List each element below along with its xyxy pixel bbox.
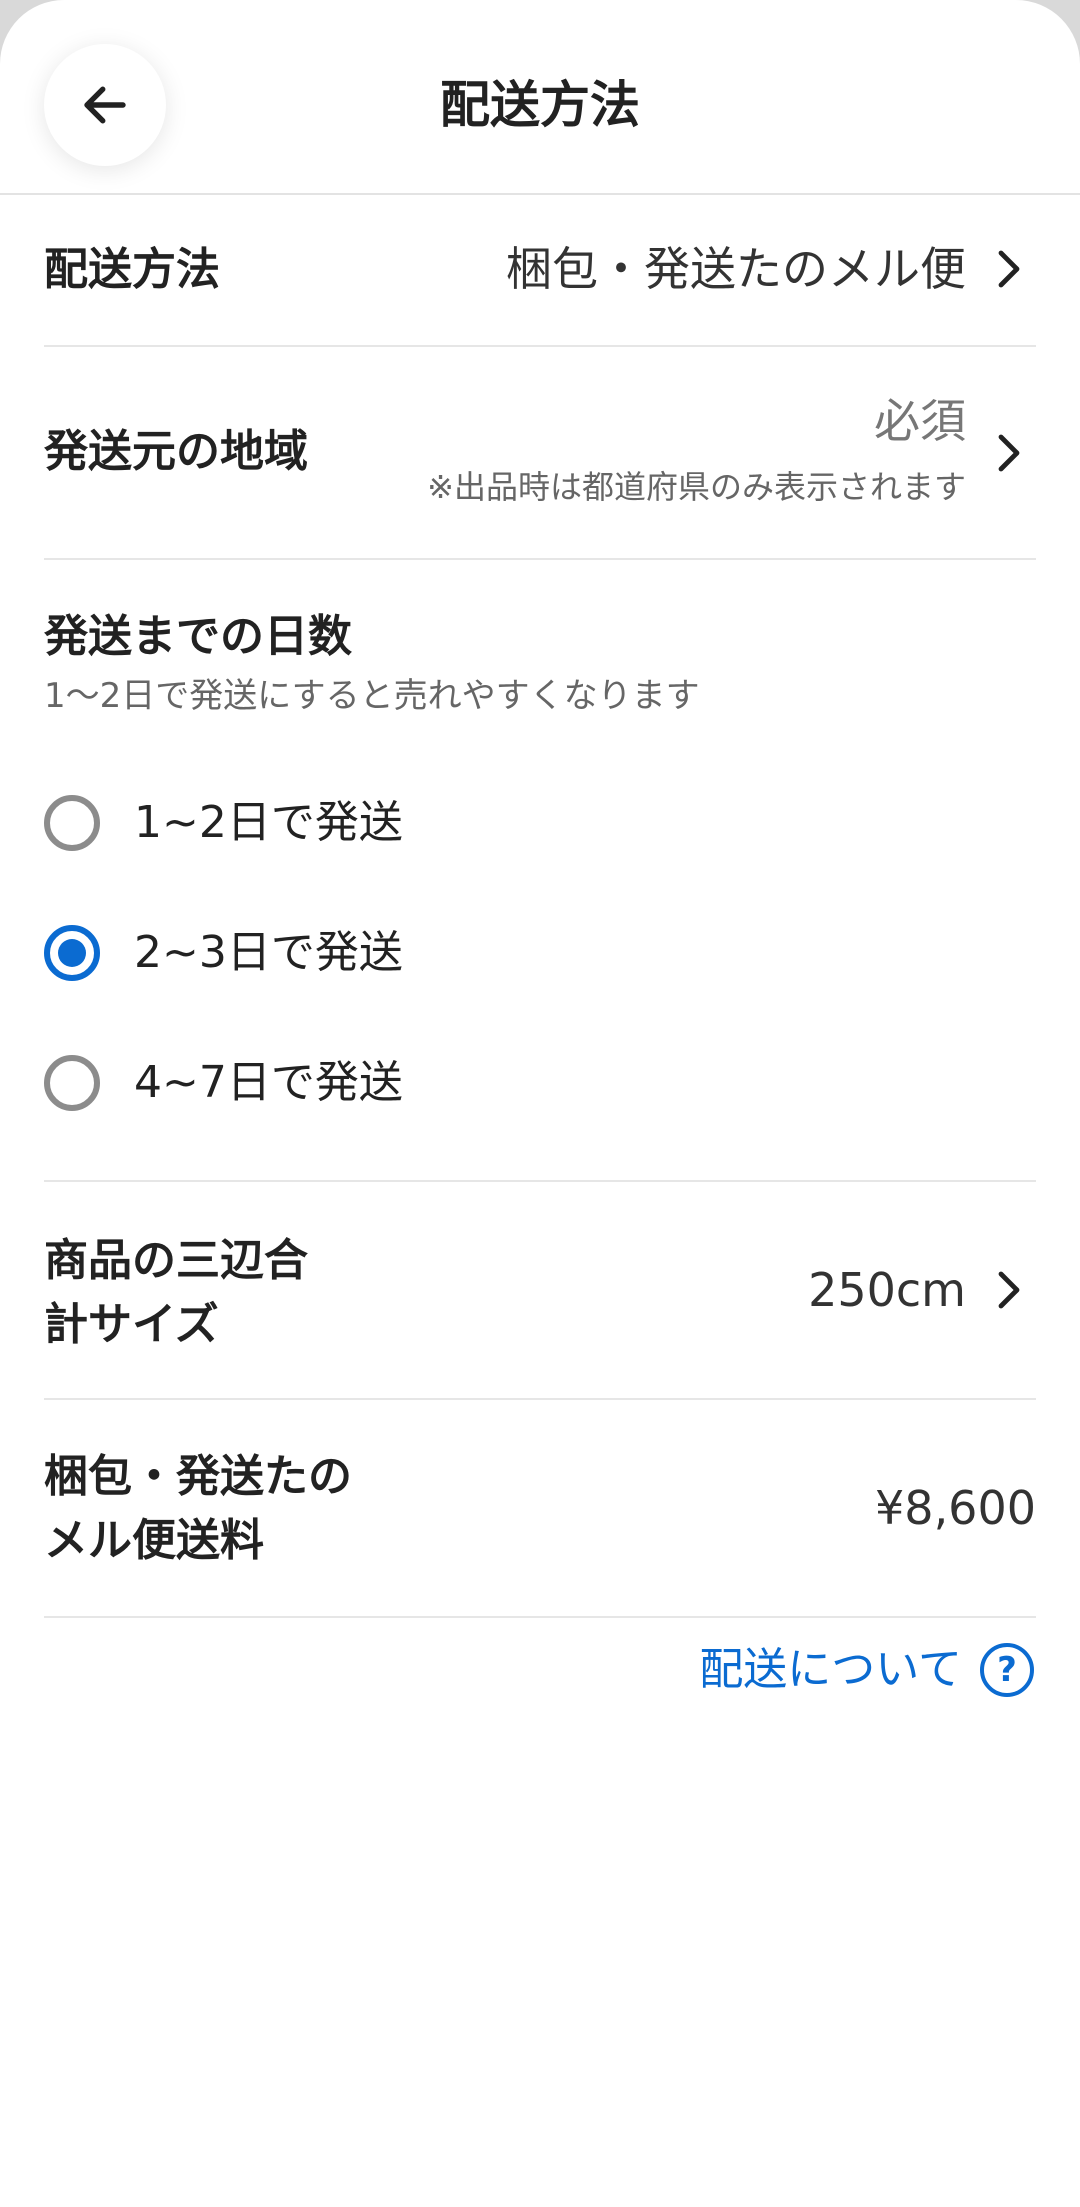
shipping-fee-value: ¥8,600 (875, 1481, 1036, 1535)
shipping-help-link[interactable]: 配送について ? (699, 1640, 1034, 1700)
package-size-value: 250cm (808, 1263, 966, 1317)
shipping-method-row[interactable]: 配送方法 梱包・発送たのメル便 (44, 193, 1036, 347)
radio-button-selected[interactable] (44, 925, 100, 981)
question-circle-icon: ? (980, 1643, 1034, 1697)
shipping-help-label: 配送について (699, 1644, 962, 1695)
page-title: 配送方法 (440, 76, 640, 134)
chevron-right-icon (998, 434, 1020, 472)
origin-region-label: 発送元の地域 (44, 426, 308, 477)
header: 配送方法 (0, 0, 1080, 195)
radio-label: 2~3日で発送 (134, 927, 403, 978)
days-to-ship-label: 発送までの日数 (44, 611, 352, 662)
shipping-method-value: 梱包・発送たのメル便 (506, 242, 966, 296)
radio-label: 1~2日で発送 (134, 797, 403, 848)
origin-region-required: 必須 (874, 394, 966, 448)
shipping-fee-row: 梱包・発送たの メル便送料 ¥8,600 (44, 1400, 1036, 1618)
package-size-label-line2: 計サイズ (44, 1299, 219, 1350)
shipping-method-label: 配送方法 (44, 244, 220, 295)
shipping-fee-label-line2: メル便送料 (44, 1515, 264, 1566)
radio-button[interactable] (44, 795, 100, 851)
package-size-row[interactable]: 商品の三辺合 計サイズ 250cm (44, 1182, 1036, 1400)
origin-region-note: ※出品時は都道府県のみ表示されます (427, 468, 966, 506)
radio-button[interactable] (44, 1055, 100, 1111)
days-to-ship-hint: 1〜2日で発送にすると売れやすくなります (44, 676, 700, 716)
package-size-label-line1: 商品の三辺合 (44, 1235, 308, 1286)
chevron-right-icon (998, 250, 1020, 288)
origin-region-row[interactable]: 発送元の地域 必須 ※出品時は都道府県のみ表示されます (44, 347, 1036, 560)
radio-label: 4~7日で発送 (134, 1057, 403, 1108)
shipping-fee-label-line1: 梱包・発送たの (44, 1451, 352, 1502)
chevron-right-icon (998, 1271, 1020, 1309)
shipping-method-screen: 配送方法 配送方法 梱包・発送たのメル便 発送元の地域 必須 ※出品時は都道府県… (0, 0, 1080, 2207)
